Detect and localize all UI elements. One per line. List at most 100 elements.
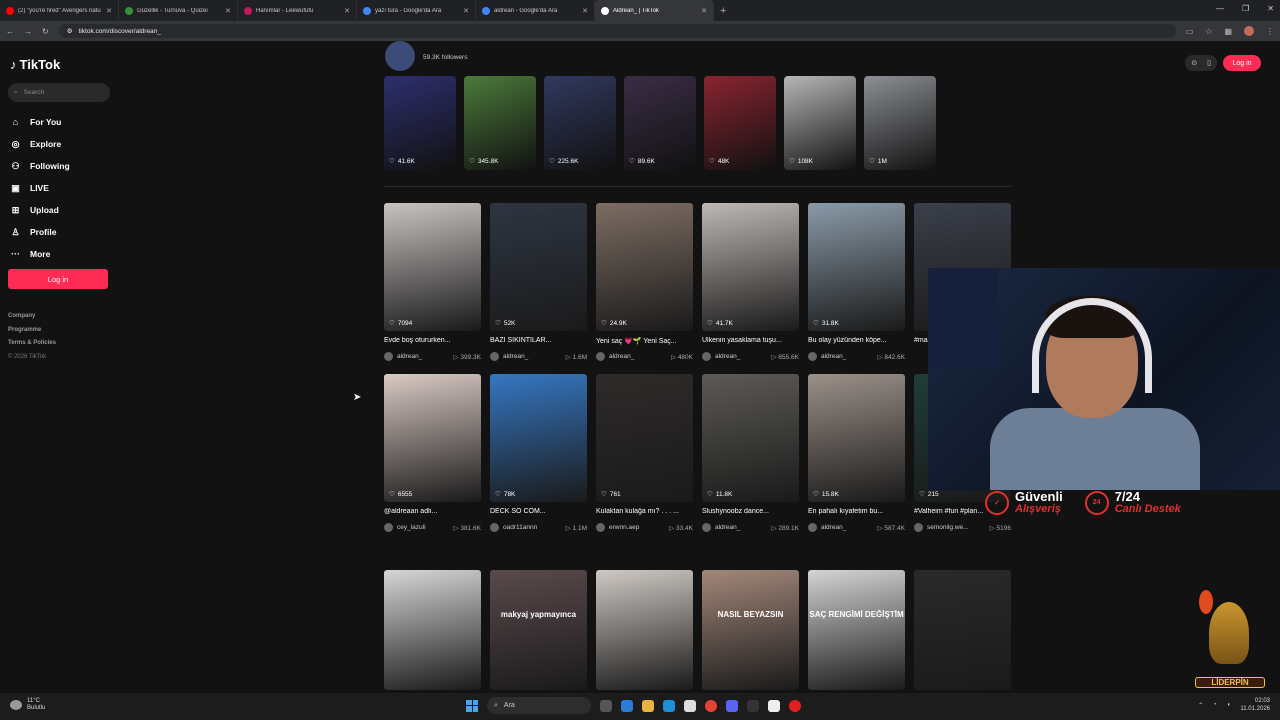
browser-tab[interactable]: Aldrean_ | TikTok ✕ (595, 0, 714, 21)
tiktok-logo[interactable]: ♪ TikTok (10, 57, 60, 72)
tab-close-icon[interactable]: ✕ (344, 7, 350, 15)
video-caption[interactable]: BAZI SIKINTILAR... (490, 337, 587, 346)
site-info-icon[interactable]: ⚙ (67, 27, 73, 35)
video-caption[interactable]: Yeni saç 💗🌱 Yeni Saç... (596, 337, 693, 346)
sidebar-item-more[interactable]: ··· More (10, 243, 70, 265)
windows-start-icon[interactable] (466, 699, 478, 712)
video-thumbnail[interactable]: SAÇ RENGİMİ DEĞİŞTİM (808, 570, 905, 690)
tab-close-icon[interactable]: ✕ (106, 7, 112, 15)
video-caption[interactable]: DECK SÓ COM... (490, 508, 587, 517)
sidebar-item-live[interactable]: ▣ LIVE (10, 177, 70, 199)
copilot-icon[interactable] (621, 699, 633, 712)
video-thumbnail[interactable]: ♡ 41.7K (702, 203, 799, 331)
video-thumbnail[interactable]: ♡ 1M (864, 76, 936, 170)
tab-close-icon[interactable]: ✕ (701, 7, 707, 15)
footer-link-company[interactable]: Company (8, 310, 56, 324)
video-thumbnail[interactable]: ♡ 31.8K (808, 203, 905, 331)
tab-close-icon[interactable]: ✕ (582, 7, 588, 15)
forward-icon[interactable]: → (24, 27, 32, 36)
chrome-icon[interactable] (705, 699, 717, 712)
video-thumbnail[interactable]: ♡ 6555 (384, 374, 481, 502)
taskbar-search[interactable]: ⌕ Ara (487, 697, 591, 714)
get-app-icon[interactable]: ▯ (1207, 59, 1211, 67)
video-author[interactable]: aldrean_ (702, 523, 740, 532)
footer-link-terms[interactable]: Terms & Policies (8, 337, 56, 351)
extensions-icon[interactable]: ▦ (1224, 27, 1232, 36)
browser-tab[interactable]: Güzellik - Turnuva - Quizei ✕ (119, 0, 238, 21)
video-author[interactable]: cey_lazuli (384, 523, 426, 532)
video-card[interactable]: ♡ 41.7K Ülkenin yasaklama tuşu... aldrean_ ▷… (702, 203, 799, 361)
top-login-button[interactable]: Log in (1223, 55, 1261, 71)
video-thumbnail[interactable] (384, 570, 481, 690)
url-field[interactable]: ⚙ tiktok.com/discover/aldrean_ (58, 24, 1176, 38)
tab-close-icon[interactable]: ✕ (463, 7, 469, 15)
video-thumbnail[interactable]: ♡ 24.9K (596, 203, 693, 331)
clock[interactable]: 02:03 11.01.2026 (1240, 697, 1270, 713)
video-thumbnail[interactable]: ♡ 7094 (384, 203, 481, 331)
footer-link-programme[interactable]: Programme (8, 324, 56, 338)
sidebar-item-explore[interactable]: ◎ Explore (10, 133, 70, 155)
video-author[interactable]: aldrean_ (808, 352, 846, 361)
store-icon[interactable] (684, 699, 696, 712)
task-view-icon[interactable] (600, 699, 612, 712)
video-caption[interactable]: Slushynoobz dance... (702, 508, 799, 517)
video-caption[interactable]: Ülkenin yasaklama tuşu... (702, 337, 799, 346)
video-author[interactable]: aldrean_ (490, 352, 528, 361)
back-icon[interactable]: ← (6, 27, 14, 36)
tray-chevron-icon[interactable]: ⌃ (1198, 702, 1203, 709)
video-author[interactable]: aldrean_ (596, 352, 634, 361)
profile-name[interactable] (423, 41, 467, 50)
video-card[interactable]: ♡ 6555 @aldreaan adlı... cey_lazuli ▷ 381.6K (384, 374, 481, 532)
video-thumbnail[interactable]: ♡ 761 (596, 374, 693, 502)
video-author[interactable]: oadr11annn (490, 523, 537, 532)
volume-icon[interactable]: ◖ (1227, 702, 1231, 708)
video-caption[interactable]: @aldreaan adlı... (384, 508, 481, 517)
get-coins-icon[interactable]: ⊙ (1191, 59, 1197, 67)
browser-tab[interactable]: yazı tura - Google'da Ara ✕ (357, 0, 476, 21)
video-caption[interactable]: Evde boş otururken... (384, 337, 481, 346)
video-thumbnail[interactable]: ♡ 108K (784, 76, 856, 170)
video-thumbnail[interactable]: ♡ 78K (490, 374, 587, 502)
settings-icon[interactable] (768, 699, 780, 712)
file-explorer-icon[interactable] (642, 699, 654, 712)
browser-tab[interactable]: aldrean - Google'da Ara ✕ (476, 0, 595, 21)
video-thumbnail[interactable]: ♡ 52K (490, 203, 587, 331)
video-thumbnail[interactable]: NASIL BEYAZSIN (702, 570, 799, 690)
discord-icon[interactable] (726, 699, 738, 712)
video-caption[interactable]: Kulaktan kulağa mı? . . . ... (596, 508, 693, 517)
browser-tab[interactable]: Hanımlar - Leewufufu ✕ (238, 0, 357, 21)
video-author[interactable]: semonilg.we... (914, 523, 969, 532)
video-thumbnail[interactable]: ♡ 11.8K (702, 374, 799, 502)
sidebar-item-for-you[interactable]: ⌂ For You (10, 111, 70, 133)
sidebar-item-profile[interactable]: ♙ Profile (10, 221, 70, 243)
video-thumbnail[interactable]: ♡ 345.8K (464, 76, 536, 170)
close-window-icon[interactable]: ✕ (1267, 4, 1274, 13)
new-tab-button[interactable]: + (720, 5, 726, 17)
video-thumbnail[interactable] (596, 570, 693, 690)
video-caption[interactable]: En pahalı kıyafetim bu... (808, 508, 905, 517)
video-card[interactable]: ♡ 52K BAZI SIKINTILAR... aldrean_ ▷ 1.6M (490, 203, 587, 361)
video-card[interactable]: ♡ 24.9K Yeni saç 💗🌱 Yeni Saç... aldrean_ ▷ 4… (596, 203, 693, 361)
video-thumbnail[interactable]: makyaj yapmayınca (490, 570, 587, 690)
profile-avatar[interactable] (385, 41, 415, 71)
cast-icon[interactable]: ▭ (1186, 27, 1194, 36)
video-thumbnail[interactable]: ♡ 89.6K (624, 76, 696, 170)
app-icon[interactable] (747, 699, 759, 712)
video-card[interactable]: ♡ 761 Kulaktan kulağa mı? . . . ... erwnn.a… (596, 374, 693, 532)
bookmark-star-icon[interactable]: ☆ (1205, 27, 1212, 36)
tab-close-icon[interactable]: ✕ (225, 7, 231, 15)
video-author[interactable]: aldrean_ (702, 352, 740, 361)
browser-profile-avatar[interactable] (1244, 26, 1254, 36)
obs-icon[interactable] (789, 699, 801, 712)
video-author[interactable]: aldrean_ (384, 352, 422, 361)
video-caption[interactable]: Bu olay yüzünden köpe... (808, 337, 905, 346)
minimize-icon[interactable]: — (1216, 4, 1224, 13)
video-card[interactable]: ♡ 7094 Evde boş otururken... aldrean_ ▷ 399.… (384, 203, 481, 361)
video-thumbnail[interactable] (914, 570, 1011, 690)
search-input[interactable]: ⌕ Search (8, 83, 110, 102)
video-author[interactable]: erwnn.aep (596, 523, 639, 532)
video-card[interactable]: ♡ 31.8K Bu olay yüzünden köpe... aldrean_ ▷ … (808, 203, 905, 361)
reload-icon[interactable]: ↻ (42, 27, 49, 36)
video-card[interactable]: ♡ 78K DECK SÓ COM... oadr11annn ▷ 1.1M (490, 374, 587, 532)
network-icon[interactable]: ◔ (1213, 702, 1217, 708)
